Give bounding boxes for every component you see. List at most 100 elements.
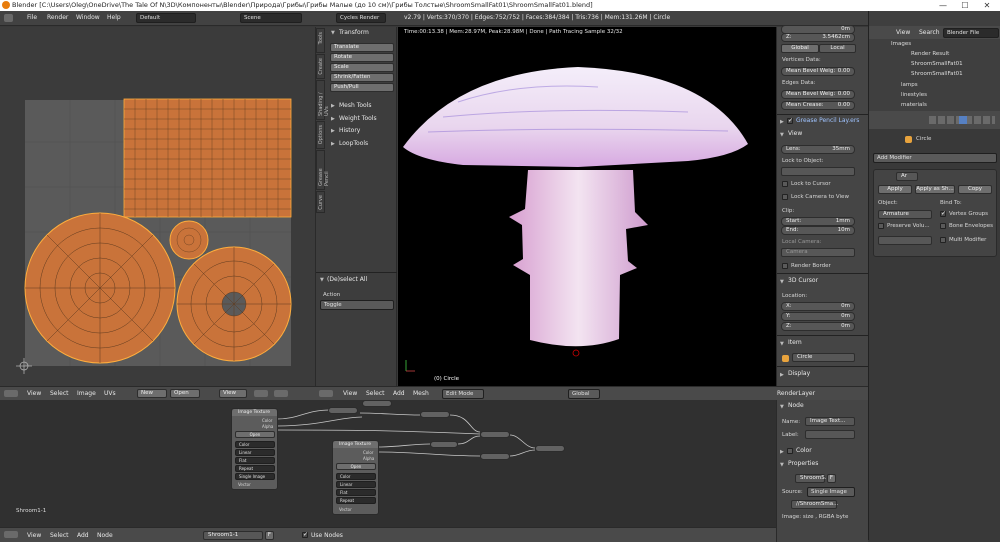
grease-pencil-checkbox[interactable] xyxy=(787,117,793,124)
action-select[interactable]: Toggle xyxy=(320,300,394,310)
display-panel[interactable]: Display xyxy=(788,370,810,377)
editor-type-icon[interactable] xyxy=(319,390,333,397)
node-projection-select[interactable]: Flat xyxy=(336,489,376,496)
render-layer-label[interactable]: RenderLayer xyxy=(777,390,815,397)
node-color-select[interactable]: Color xyxy=(235,441,275,448)
local-toggle[interactable]: Local xyxy=(819,44,856,53)
global-toggle[interactable]: Global xyxy=(781,44,819,53)
menu-window[interactable]: Window xyxy=(76,14,100,21)
snap-icon[interactable] xyxy=(274,390,288,397)
node-menu-select[interactable]: Select xyxy=(50,532,69,539)
expand-icon[interactable]: ▶ xyxy=(331,128,335,134)
item-panel[interactable]: Item xyxy=(788,339,802,346)
material-name-field[interactable]: Shroom1-1 xyxy=(203,531,263,540)
mode-select[interactable]: Edit Mode xyxy=(442,389,484,399)
node-color-panel[interactable]: Color xyxy=(796,447,812,454)
grease-pencil-panel[interactable]: Grease Pencil Lay.ers xyxy=(796,117,866,124)
outliner-item-images[interactable]: Images xyxy=(891,41,911,47)
scene-select[interactable]: Scene xyxy=(240,13,302,23)
rotate-button[interactable]: Rotate xyxy=(330,53,394,62)
view3d-menu-mesh[interactable]: Mesh xyxy=(413,390,429,397)
uv-menu-image[interactable]: Image xyxy=(77,390,96,397)
expand-icon[interactable]: ▼ xyxy=(780,279,784,285)
view3d-menu-select[interactable]: Select xyxy=(366,390,385,397)
expand-icon[interactable]: ▶ xyxy=(331,116,335,122)
tab-options[interactable]: Options xyxy=(316,121,325,149)
outliner-menu-search[interactable]: Search xyxy=(919,29,940,36)
tab-create[interactable]: Create xyxy=(316,54,325,79)
multi-modifier-checkbox[interactable] xyxy=(940,237,946,243)
material-output-node[interactable] xyxy=(535,445,565,452)
outliner-menu-view[interactable]: View xyxy=(896,29,910,36)
node-menu-view[interactable]: View xyxy=(27,532,41,539)
menu-help[interactable]: Help xyxy=(107,14,121,21)
clip-end-field[interactable]: End: 10m xyxy=(781,226,855,235)
open-image-button[interactable]: Open xyxy=(170,389,200,398)
image-texture-node-2[interactable]: Image Texture Color Alpha Open Color Lin… xyxy=(332,440,379,515)
modifier-name-field[interactable]: Ar xyxy=(896,172,918,181)
mix-shader-node[interactable] xyxy=(480,431,510,438)
node-menu-add[interactable]: Add xyxy=(77,532,89,539)
lens-field[interactable]: Lens: 35mm xyxy=(781,145,855,154)
editor-type-icon[interactable] xyxy=(4,531,18,538)
orientation-select[interactable]: Global xyxy=(568,389,600,399)
maximize-button[interactable]: ☐ xyxy=(954,0,976,11)
fake-user-button[interactable]: F xyxy=(265,531,274,540)
mean-crease-field[interactable]: Mean Crease: 0.00 xyxy=(781,101,855,110)
view-panel-title[interactable]: View xyxy=(788,130,802,137)
modifier-tab-icon[interactable] xyxy=(959,116,967,124)
expand-icon[interactable]: ▼ xyxy=(780,462,784,468)
node-panel-title[interactable]: Node xyxy=(788,402,804,409)
uv-view-dropdown[interactable]: View xyxy=(219,389,247,398)
uv-menu-uvs[interactable]: UVs xyxy=(104,390,116,397)
clip-start-field[interactable]: Start: 1mm xyxy=(781,217,855,226)
expand-icon[interactable]: ▼ xyxy=(780,404,784,410)
apply-as-shape-button[interactable]: Apply as Sh... xyxy=(915,185,955,194)
node-open-button[interactable]: Open xyxy=(336,463,376,470)
expand-icon[interactable]: ▼ xyxy=(320,277,324,283)
tab-shading-uvs[interactable]: Shading / UVs xyxy=(316,80,330,120)
apply-button[interactable]: Apply xyxy=(878,185,912,194)
display-mode-select[interactable]: Blender File xyxy=(943,28,999,38)
editor-type-icon[interactable] xyxy=(4,390,18,397)
vertex-bevel-weight-field[interactable]: Mean Bevel Weig: 0.00 xyxy=(781,67,855,76)
uv-menu-view[interactable]: View xyxy=(27,390,41,397)
node-menu-node[interactable]: Node xyxy=(97,532,113,539)
image-path-field[interactable]: //ShroomSma... xyxy=(791,500,838,509)
use-nodes-label[interactable]: Use Nodes xyxy=(311,532,343,539)
outliner-item-image[interactable]: ShroomSmallFat01 xyxy=(911,71,963,77)
node-extension-select[interactable]: Repeat xyxy=(336,497,376,504)
item-name-field[interactable]: Circle xyxy=(792,353,855,362)
copy-button[interactable]: Copy xyxy=(958,185,992,194)
cursor-x-field[interactable]: X: 0m xyxy=(781,302,855,311)
expand-icon[interactable]: ▼ xyxy=(780,341,784,347)
uv-editor[interactable] xyxy=(0,27,315,386)
lock-camera-checkbox[interactable] xyxy=(782,194,788,200)
expand-icon[interactable]: ▼ xyxy=(780,132,784,138)
bone-envelopes-checkbox[interactable] xyxy=(940,223,946,229)
3d-viewport[interactable]: Time:00:13.38 | Mem:28.97M, Peak:28.98M … xyxy=(398,27,776,386)
outliner-item-lamps[interactable]: lamps xyxy=(901,82,918,88)
expand-icon[interactable]: ▶ xyxy=(331,103,335,109)
shader-node[interactable] xyxy=(430,441,458,448)
node-open-button[interactable]: Open xyxy=(235,431,275,438)
editor-type-icon[interactable] xyxy=(4,14,13,22)
render-border-checkbox[interactable] xyxy=(782,263,788,269)
shader-node[interactable] xyxy=(420,411,450,418)
render-engine-select[interactable]: Cycles Render xyxy=(336,13,386,23)
image-texture-node-1[interactable]: Image Texture Color Alpha Open Color Lin… xyxy=(231,408,278,490)
local-camera-field[interactable]: Camera xyxy=(781,248,855,257)
node-editor[interactable]: Image Texture Color Alpha Open Color Lin… xyxy=(0,400,776,527)
uv-canvas[interactable] xyxy=(0,27,315,386)
outliner-item-image[interactable]: ShroomSmallFat01 xyxy=(911,61,963,67)
outliner-item-linestyles[interactable]: linestyles xyxy=(901,92,927,98)
location-z-field[interactable]: Z: 3.5462cm xyxy=(781,33,855,42)
vertex-group-field[interactable] xyxy=(878,236,932,245)
3d-cursor-panel[interactable]: 3D Cursor xyxy=(788,277,818,284)
node-color-checkbox[interactable] xyxy=(787,448,793,454)
shader-node[interactable] xyxy=(328,407,358,414)
menu-file[interactable]: File xyxy=(27,14,37,21)
translate-button[interactable]: Translate xyxy=(330,43,394,52)
close-button[interactable]: ✕ xyxy=(976,0,998,11)
transform-panel-title[interactable]: Transform xyxy=(339,29,369,36)
